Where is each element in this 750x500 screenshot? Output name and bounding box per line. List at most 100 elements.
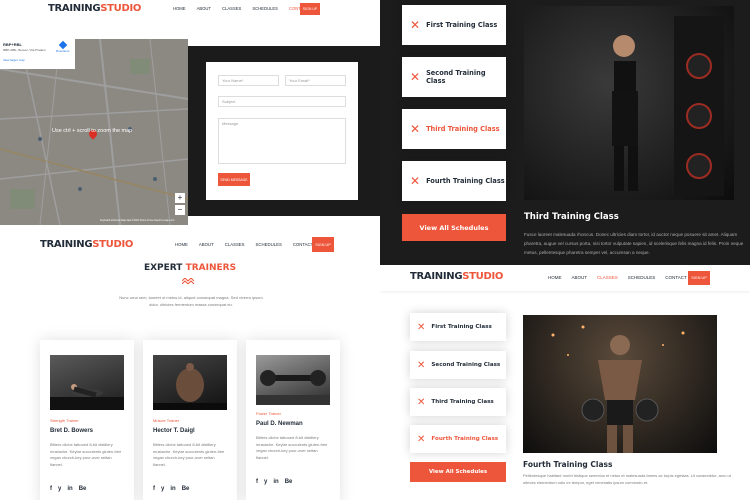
behance-icon[interactable]: Be <box>79 486 87 492</box>
class-button-third[interactable]: ✕ Third Training Class <box>410 388 506 416</box>
class-photo <box>524 6 734 200</box>
nav-contact[interactable]: CONTACT <box>293 242 313 247</box>
class-button-second[interactable]: ✕ Second Training Class <box>402 57 506 97</box>
facebook-icon[interactable]: f <box>256 479 258 485</box>
trainers-heading: EXPERT TRAINERS <box>143 263 237 273</box>
send-message-button[interactable]: SEND MESSAGE <box>218 173 250 186</box>
linkedin-icon[interactable]: in <box>67 486 72 492</box>
logo[interactable]: TRAININGSTUDIO <box>410 271 503 282</box>
facebook-icon[interactable]: f <box>153 486 155 492</box>
nav-home[interactable]: HOME <box>548 275 562 280</box>
class-button-first[interactable]: ✕ First Training Class <box>410 313 506 341</box>
nav-about[interactable]: ABOUT <box>572 275 588 280</box>
nav-home[interactable]: HOME <box>175 242 188 247</box>
linkedin-icon[interactable]: in <box>273 479 278 485</box>
class-detail-text: Fusce laoreet malesuada rhoncus. Donec u… <box>524 232 744 255</box>
right-header: TRAININGSTUDIO HOME ABOUT CLASSES SCHEDU… <box>380 265 750 291</box>
signup-button[interactable]: SIGN UP <box>688 271 710 285</box>
trainer-role: Strength Trainer <box>50 418 79 423</box>
trainer-name: Hector T. Daigl <box>153 428 195 434</box>
subject-field[interactable]: Subject <box>218 96 346 107</box>
twitter-icon[interactable]: y <box>161 486 164 492</box>
schedule-panel-dark: ✕ First Training Class ✕ Second Training… <box>380 0 750 265</box>
class-button-fourth[interactable]: ✕ Fourth Training Class <box>410 425 506 453</box>
twitter-icon[interactable]: y <box>264 479 267 485</box>
map-footer: Keyboard shortcuts Map data ©2022 Terms … <box>100 219 175 222</box>
heading-line-icon <box>182 278 196 284</box>
message-field[interactable]: Message <box>218 118 346 164</box>
class-button-fourth[interactable]: ✕ Fourth Training Class <box>402 161 506 201</box>
schedule-panel-light: TRAININGSTUDIO HOME ABOUT CLASSES SCHEDU… <box>380 265 750 500</box>
trainer-card: Muscle Trainer Hector T. Daigl Bitters c… <box>143 340 237 500</box>
nav-classes[interactable]: CLASSES <box>222 6 241 11</box>
signup-button[interactable]: SIGN UP <box>300 3 320 15</box>
dumbbell-icon: ✕ <box>417 396 426 408</box>
logo[interactable]: TRAININGSTUDIO <box>40 239 133 250</box>
dumbbell-icon: ✕ <box>417 321 426 333</box>
nav-schedules[interactable]: SCHEDULES <box>252 6 278 11</box>
directions-icon <box>58 40 67 50</box>
screenshot-collage: TRAININGSTUDIO HOME ABOUT CLASSES SCHEDU… <box>0 0 750 500</box>
contact-form: Your Name* Your Email* Subject Message S… <box>206 62 358 200</box>
class-detail-title: Third Training Class <box>524 212 619 222</box>
trainer-role: Power Trainer <box>256 411 281 416</box>
dumbbell-icon: ✕ <box>417 433 426 445</box>
dumbbell-icon: ✕ <box>410 70 421 84</box>
twitter-icon[interactable]: y <box>58 486 61 492</box>
view-all-schedules-button[interactable]: View All Schedules <box>410 462 506 482</box>
trainer-social: f y in Be <box>153 486 189 492</box>
nav-home[interactable]: HOME <box>173 6 186 11</box>
class-photo <box>523 315 717 453</box>
nav-contact[interactable]: CONTACT <box>665 275 686 280</box>
nav-classes[interactable]: CLASSES <box>597 275 618 280</box>
larger-map-link[interactable]: View larger map <box>3 58 72 62</box>
dumbbell-icon: ✕ <box>417 359 426 371</box>
class-detail-title: Fourth Training Class <box>523 460 613 469</box>
trainer-social: f y in Be <box>256 479 292 485</box>
trainer-photo <box>256 355 330 405</box>
behance-icon[interactable]: Be <box>285 479 293 485</box>
zoom-out-button[interactable]: − <box>175 205 185 215</box>
trainer-bio: Bitters cliche tattooed 8-bit distillery… <box>153 442 225 467</box>
email-field[interactable]: Your Email* <box>285 75 346 86</box>
dumbbell-icon: ✕ <box>410 122 421 136</box>
trainers-panel: TRAININGSTUDIO HOME ABOUT CLASSES SCHEDU… <box>0 230 380 500</box>
nav-schedules[interactable]: SCHEDULES <box>628 275 656 280</box>
class-button-third[interactable]: ✕ Third Training Class <box>402 109 506 149</box>
gym-photo <box>612 16 724 196</box>
nav-classes[interactable]: CLASSES <box>225 242 245 247</box>
map-info-card: RBP+RBL RBP+RBL, Bosuer, Vila Pradem Vie… <box>0 39 75 69</box>
directions-link[interactable]: Directions <box>56 40 69 53</box>
trainer-card: Power Trainer Paul D. Newman Bitters cli… <box>246 340 340 500</box>
trainer-social: f y in Be <box>50 486 86 492</box>
trainer-name: Bret D. Bowers <box>50 428 94 434</box>
trainer-card: Strength Trainer Bret D. Bowers Bitters … <box>40 340 134 500</box>
trainer-photo <box>50 355 124 410</box>
class-button-first[interactable]: ✕ First Training Class <box>402 5 506 45</box>
nav-about[interactable]: ABOUT <box>199 242 214 247</box>
name-field[interactable]: Your Name* <box>218 75 279 86</box>
trainer-name: Paul D. Newman <box>256 421 303 427</box>
mid-header: TRAININGSTUDIO HOME ABOUT CLASSES SCHEDU… <box>0 230 380 260</box>
map-zoom-hint: Use ctrl + scroll to zoom the map <box>52 128 133 134</box>
top-header: TRAININGSTUDIO HOME ABOUT CLASSES SCHEDU… <box>0 0 380 20</box>
linkedin-icon[interactable]: in <box>170 486 175 492</box>
contact-panel: TRAININGSTUDIO HOME ABOUT CLASSES SCHEDU… <box>0 0 380 230</box>
trainer-bio: Bitters cliche tattooed 8-bit distillery… <box>256 435 328 460</box>
zoom-in-button[interactable]: + <box>175 193 185 203</box>
map[interactable]: RBP+RBL RBP+RBL, Bosuer, Vila Pradem Vie… <box>0 39 188 225</box>
signup-button[interactable]: SIGN UP <box>312 237 334 252</box>
class-button-second[interactable]: ✕ Second Training Class <box>410 351 506 379</box>
trainer-photo <box>153 355 227 410</box>
dumbbell-icon: ✕ <box>410 174 421 188</box>
view-all-schedules-button[interactable]: View All Schedules <box>402 214 506 241</box>
facebook-icon[interactable]: f <box>50 486 52 492</box>
nav-schedules[interactable]: SCHEDULES <box>256 242 282 247</box>
trainer-bio: Bitters cliche tattooed 8-bit distillery… <box>50 442 122 467</box>
top-nav: HOME ABOUT CLASSES SCHEDULES CONTACT <box>173 6 309 11</box>
nav-about[interactable]: ABOUT <box>197 6 211 11</box>
behance-icon[interactable]: Be <box>182 486 190 492</box>
dumbbell-icon: ✕ <box>410 18 421 32</box>
logo[interactable]: TRAININGSTUDIO <box>48 3 141 14</box>
trainers-intro: Nunc urna sem, laoreet ut metus id, aliq… <box>119 295 263 307</box>
